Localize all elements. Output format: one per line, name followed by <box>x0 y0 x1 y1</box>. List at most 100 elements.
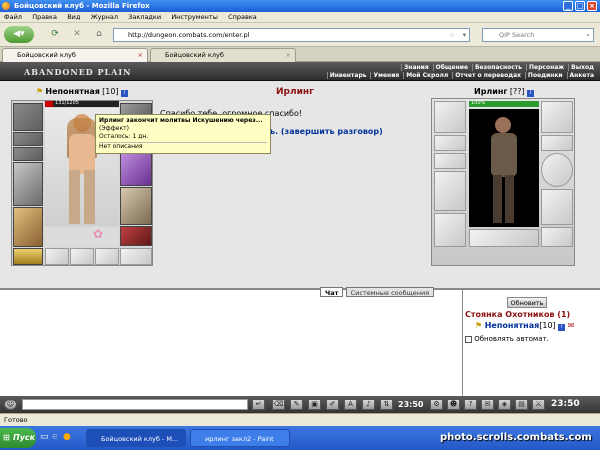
member-level: [10] <box>539 321 556 330</box>
info-icon[interactable]: i <box>120 90 128 97</box>
scroll-icon[interactable]: ⇅ <box>380 399 393 410</box>
menu-edit[interactable]: Правка <box>28 12 61 23</box>
dialog-end-link[interactable]: ь. (завершить разговор) <box>270 127 420 137</box>
chat-input[interactable] <box>22 399 248 410</box>
reload-icon[interactable]: ⟳ <box>46 26 64 43</box>
link-exit[interactable]: Выход <box>568 64 596 71</box>
search-icon[interactable]: ⌕ <box>586 29 590 41</box>
slot-weapon-left[interactable] <box>13 162 43 206</box>
auto-refresh-checkbox[interactable] <box>465 335 472 343</box>
clear-icon[interactable]: ⌫ <box>272 399 285 410</box>
slot-legs[interactable] <box>120 187 152 225</box>
settings-icon[interactable]: ⚙ <box>430 399 443 410</box>
task-firefox[interactable]: Бойцовский клуб - М... <box>86 429 186 447</box>
menu-file[interactable]: Файл <box>0 12 26 23</box>
url-dropdown-icon[interactable]: ▾ <box>463 29 466 41</box>
window-titlebar: Бойцовский клуб - Mozilla Firefox _ □ × <box>0 0 600 12</box>
save-icon[interactable]: ▣ <box>308 399 321 410</box>
link-profile[interactable]: Анкета <box>566 72 596 79</box>
refresh-button[interactable]: Обновить <box>507 297 547 308</box>
map-icon[interactable]: ◈ <box>498 399 511 410</box>
tab-combats-2[interactable]: Бойцовский клуб × <box>150 48 296 62</box>
link-chat[interactable]: Общение <box>432 64 470 71</box>
task-paint[interactable]: ирлинг закл2 - Paint <box>190 429 290 447</box>
dialog-end-link-text[interactable]: ь. (завершить разговор) <box>270 127 383 136</box>
npc-avatar[interactable] <box>469 109 539 227</box>
close-button[interactable]: × <box>587 1 597 11</box>
left-char-name[interactable]: Непонятная <box>45 87 100 96</box>
tab-close-icon[interactable]: × <box>286 49 291 62</box>
slot-ring-2[interactable] <box>70 248 94 265</box>
right-char-header: Ирлинг [??] i <box>474 87 554 98</box>
npc-avatar-head <box>495 117 511 133</box>
minimize-button[interactable]: _ <box>563 1 573 11</box>
member-info-icon[interactable]: i <box>558 324 566 331</box>
maximize-button[interactable]: □ <box>575 1 585 11</box>
attack-icon[interactable]: ⚔ <box>532 399 545 410</box>
slot-belt[interactable] <box>13 248 43 265</box>
link-battles[interactable]: Поединки <box>524 72 565 79</box>
link-transfers[interactable]: Отчет о переводах <box>452 72 523 79</box>
slot-ring-3[interactable] <box>95 248 119 265</box>
menu-view[interactable]: Вид <box>63 12 84 23</box>
search-input[interactable]: QIP Search ⌕ <box>482 28 594 42</box>
home-icon[interactable]: ⌂ <box>90 26 108 43</box>
slot-weapon-right[interactable] <box>120 151 152 186</box>
slot-earrings[interactable] <box>13 132 43 146</box>
tab-combats-1[interactable]: Бойцовский клуб × <box>2 48 148 62</box>
quicklaunch-firefox-icon[interactable]: ● <box>63 432 71 442</box>
url-field[interactable]: http://dungeon.combats.com/enter.pl ☆ ▾ <box>113 28 470 42</box>
tooltip-remaining: Осталось: 1 дн. <box>99 133 149 140</box>
pet-icon[interactable]: ✿ <box>93 227 103 241</box>
effect-tooltip: Ирлинг закончит молитвы Искушению через.… <box>95 114 271 154</box>
book-icon[interactable]: ▤ <box>515 399 528 410</box>
npc-avatar-leg-right <box>505 175 514 223</box>
translit-icon[interactable]: A <box>344 399 357 410</box>
mail-icon[interactable]: ✉ <box>481 399 494 410</box>
hp-bar-fill <box>45 101 54 107</box>
bookmark-star-icon[interactable]: ☆ <box>449 29 455 41</box>
quicklaunch-ie-icon[interactable]: e <box>52 432 58 442</box>
chat-area[interactable]: Чат Системные сообщения <box>0 287 462 396</box>
music-icon[interactable]: ♪ <box>362 399 375 410</box>
link-my-scroll[interactable]: Мой Скролл <box>403 72 450 79</box>
send-icon[interactable]: ↵ <box>252 399 265 410</box>
quicklaunch-desktop-icon[interactable]: ▭ <box>40 432 49 442</box>
menu-help[interactable]: Справка <box>224 12 261 23</box>
link-knowledge[interactable]: Знания <box>401 64 431 71</box>
link-security[interactable]: Безопасность <box>471 64 524 71</box>
link-inventory[interactable]: Инвентарь <box>326 72 369 79</box>
npc-slot-boots <box>541 227 573 247</box>
private-chat-icon[interactable]: ✉ <box>568 321 575 330</box>
smiles-icon[interactable]: ☺ <box>4 399 17 410</box>
quest-icon[interactable]: ? <box>464 399 477 410</box>
start-button[interactable]: ⊞ Пуск <box>0 428 36 448</box>
tab-close-icon[interactable]: × <box>138 49 143 62</box>
link-skills[interactable]: Умения <box>370 72 401 79</box>
npc-hp-bar: 100% <box>469 100 539 107</box>
menu-history[interactable]: Журнал <box>87 12 122 23</box>
slot-pocket[interactable] <box>120 248 152 265</box>
menu-bar: Файл Правка Вид Журнал Закладки Инструме… <box>0 12 600 23</box>
filter-icon[interactable]: ✎ <box>290 399 303 410</box>
slot-amulet[interactable] <box>13 147 43 161</box>
slot-armor[interactable] <box>13 207 43 247</box>
firefox-icon <box>2 2 10 10</box>
tab-system-messages[interactable]: Системные сообщения <box>345 287 435 297</box>
friends-icon[interactable]: ☻ <box>447 399 460 410</box>
menu-tools[interactable]: Инструменты <box>167 12 222 23</box>
slot-helmet[interactable] <box>13 103 43 131</box>
slot-boots[interactable] <box>120 226 152 246</box>
right-char-name[interactable]: Ирлинг <box>474 87 508 96</box>
npc-avatar-leg-left <box>493 175 502 223</box>
main-content: ⚑ Непонятная [10] i 131/1205 ✿ Ирлинг сп… <box>0 81 600 288</box>
back-button[interactable]: ◀▾ <box>4 26 34 43</box>
slot-ring-1[interactable] <box>45 248 69 265</box>
member-name[interactable]: Непонятная <box>485 321 540 330</box>
tab-chat[interactable]: Чат <box>320 287 344 297</box>
stop-icon[interactable]: ✕ <box>68 26 86 43</box>
pen-icon[interactable]: ✐ <box>326 399 339 410</box>
menu-bookmarks[interactable]: Закладки <box>124 12 165 23</box>
info-icon[interactable]: i <box>526 90 534 97</box>
link-character[interactable]: Персонаж <box>526 64 566 71</box>
